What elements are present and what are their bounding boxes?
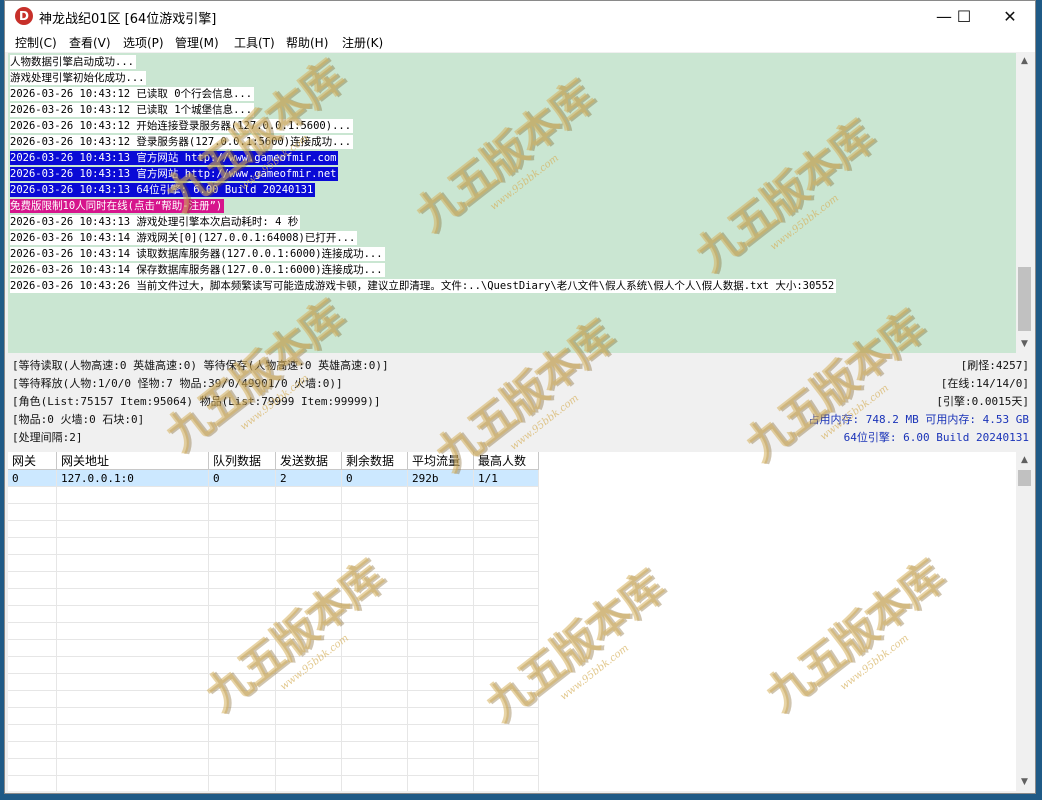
menu-control[interactable]: 控制(C) [15, 34, 57, 51]
log-line: 2026-03-26 10:43:13 游戏处理引擎本次启动耗时: 4 秒 [10, 215, 301, 229]
column-header-address[interactable]: 网关地址 [56, 452, 209, 470]
empty-row [8, 537, 539, 555]
log-line: 2026-03-26 10:43:12 已读取 0个行会信息... [10, 87, 255, 101]
log-line: 2026-03-26 10:43:13 官方网站 http://www.game… [10, 151, 339, 165]
log-scrollbar[interactable]: ▲ ▼ [1016, 53, 1033, 353]
empty-row [8, 554, 539, 572]
column-header-remaining[interactable]: 剩余数据 [341, 452, 408, 470]
status-uptime: [引擎:0.0015天] [936, 395, 1029, 408]
scroll-down-icon[interactable]: ▼ [1016, 336, 1033, 353]
status-memory: 占用内存: 748.2 MB 可用内存: 4.53 GB [808, 413, 1029, 426]
log-line: 2026-03-26 10:43:12 已读取 1个城堡信息... [10, 103, 255, 117]
empty-row [8, 639, 539, 657]
empty-row [8, 673, 539, 691]
table-cell: 0 [8, 469, 57, 487]
scroll-up-icon[interactable]: ▲ [1016, 53, 1033, 70]
empty-row [8, 707, 539, 725]
column-header-sent[interactable]: 发送数据 [275, 452, 342, 470]
menu-help[interactable]: 帮助(H) [286, 34, 328, 51]
column-header-queue[interactable]: 队列数据 [208, 452, 276, 470]
menu-register[interactable]: 注册(K) [342, 34, 383, 51]
empty-row [8, 724, 539, 742]
table-cell: 292b [407, 469, 474, 487]
empty-row [8, 520, 539, 538]
empty-row [8, 622, 539, 640]
empty-row [8, 656, 539, 674]
status-roles: [角色(List:75157 Item:95064) 物品(List:79999… [12, 395, 381, 408]
status-release: [等待释放(人物:1/0/0 怪物:7 物品:39/0/49901/0 火墙:0… [12, 377, 343, 390]
scroll-thumb[interactable] [1018, 470, 1031, 486]
empty-row [8, 605, 539, 623]
scroll-down-icon[interactable]: ▼ [1016, 774, 1033, 791]
log-panel[interactable]: 人物数据引擎启动成功... 游戏处理引擎初始化成功... 2026-03-26 … [8, 53, 1016, 353]
menu-view[interactable]: 查看(V) [69, 34, 111, 51]
empty-row [8, 741, 539, 759]
scroll-up-icon[interactable]: ▲ [1016, 452, 1033, 469]
table-row[interactable]: 0 127.0.0.1:0 0 2 0 292b 1/1 [8, 469, 539, 487]
empty-row [8, 588, 539, 606]
gateway-list[interactable]: 网关 网关地址 队列数据 发送数据 剩余数据 平均流量 最高人数 0 127.0… [8, 452, 1016, 791]
status-items: [物品:0 火墙:0 石块:0] [12, 413, 145, 426]
log-line: 2026-03-26 10:43:13 官方网站 http://www.game… [10, 167, 339, 181]
window-title: 神龙战纪01区 [64位游戏引擎] [39, 12, 217, 27]
menu-options[interactable]: 选项(P) [123, 34, 164, 51]
status-online: [在线:14/14/0] [940, 377, 1029, 390]
app-logo-icon: D [15, 7, 33, 25]
empty-row [8, 690, 539, 708]
menu-manage[interactable]: 管理(M) [175, 34, 219, 51]
table-cell: 127.0.0.1:0 [56, 469, 209, 487]
column-header-gateway[interactable]: 网关 [8, 452, 57, 470]
empty-row [8, 486, 539, 504]
empty-row [8, 775, 539, 791]
log-line: 2026-03-26 10:43:14 保存数据库服务器(127.0.0.1:6… [10, 263, 385, 277]
status-monster-refresh: [刷怪:4257] [960, 359, 1029, 372]
log-line: 2026-03-26 10:43:14 游戏网关[0](127.0.0.1:64… [10, 231, 358, 245]
column-header-max-users[interactable]: 最高人数 [473, 452, 539, 470]
gateway-scrollbar[interactable]: ▲ ▼ [1016, 452, 1033, 791]
table-cell: 0 [341, 469, 408, 487]
table-cell: 1/1 [473, 469, 539, 487]
close-button[interactable]: ✕ [987, 1, 1033, 32]
log-line: 人物数据引擎启动成功... [10, 55, 136, 69]
empty-row [8, 758, 539, 776]
table-cell: 2 [275, 469, 342, 487]
menu-bar: 控制(C) 查看(V) 选项(P) 管理(M) 工具(T) 帮助(H) 注册(K… [5, 32, 1035, 52]
log-line: 2026-03-26 10:43:12 开始连接登录服务器(127.0.0.1:… [10, 119, 354, 133]
status-panel: [等待读取(人物高速:0 英雄高速:0) 等待保存(人物高速:0 英雄高速:0)… [8, 355, 1033, 451]
empty-row [8, 571, 539, 589]
scroll-thumb[interactable] [1018, 267, 1031, 331]
maximize-button[interactable]: ☐ [941, 1, 987, 32]
empty-row [8, 503, 539, 521]
log-line: 2026-03-26 10:43:13 64位引擎: 6.00 Build 20… [10, 183, 316, 197]
log-line: 2026-03-26 10:43:12 登录服务器(127.0.0.1:5600… [10, 135, 354, 149]
log-line: 游戏处理引擎初始化成功... [10, 71, 147, 85]
status-engine-version: 64位引擎: 6.00 Build 20240131 [843, 431, 1029, 444]
app-window: D 神龙战纪01区 [64位游戏引擎] — ☐ ✕ 控制(C) 查看(V) 选项… [4, 0, 1036, 794]
menu-tools[interactable]: 工具(T) [234, 34, 275, 51]
table-cell: 0 [208, 469, 276, 487]
status-interval: [处理间隔:2] [12, 431, 83, 444]
log-line[interactable]: 免费版限制10人同时在线(点击“帮助-注册”) [10, 199, 225, 213]
gateway-table: 网关 网关地址 队列数据 发送数据 剩余数据 平均流量 最高人数 0 127.0… [8, 452, 539, 791]
status-queue: [等待读取(人物高速:0 英雄高速:0) 等待保存(人物高速:0 英雄高速:0)… [12, 359, 389, 372]
log-line: 2026-03-26 10:43:14 读取数据库服务器(127.0.0.1:6… [10, 247, 385, 261]
title-bar[interactable]: D 神龙战纪01区 [64位游戏引擎] — ☐ ✕ [5, 1, 1035, 32]
log-line: 2026-03-26 10:43:26 当前文件过大，脚本频繁读写可能造成游戏卡… [10, 279, 837, 293]
column-header-avg-traffic[interactable]: 平均流量 [407, 452, 474, 470]
